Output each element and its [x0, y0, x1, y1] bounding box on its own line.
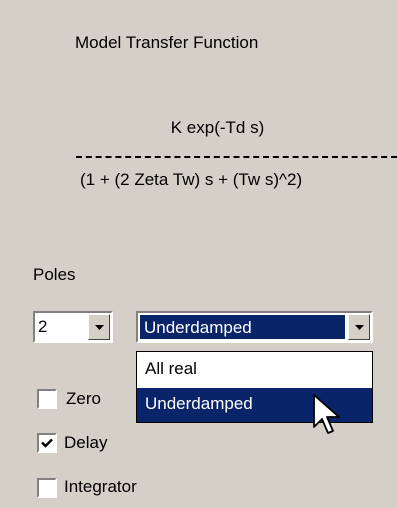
chevron-down-icon [354, 324, 364, 330]
zero-checkbox-label[interactable]: Zero [66, 389, 101, 409]
poles-type-value: Underdamped [144, 318, 252, 337]
delay-checkbox[interactable] [37, 433, 57, 453]
dropdown-option-label: All real [145, 359, 197, 378]
poles-type-value-box: Underdamped [140, 315, 345, 339]
integrator-checkbox-label[interactable]: Integrator [64, 477, 137, 497]
poles-type-select[interactable]: Underdamped [136, 311, 373, 343]
delay-checkbox-label[interactable]: Delay [64, 433, 107, 453]
panel-title: Model Transfer Function [75, 33, 259, 52]
integrator-checkbox[interactable] [37, 478, 57, 498]
poles-count-select[interactable]: 2 [33, 311, 113, 343]
mouse-pointer-icon [313, 394, 340, 434]
poles-label: Poles [33, 265, 76, 284]
fraction-divider [76, 156, 397, 158]
transfer-function-numerator: K exp(-Td s) [170, 118, 265, 137]
transfer-function-panel: Model Transfer Function K exp(-Td s) (1 … [0, 0, 397, 508]
poles-type-dropdown-button[interactable] [348, 314, 370, 340]
dropdown-option-all-real[interactable]: All real [137, 353, 372, 387]
checkmark-icon [41, 438, 53, 448]
dropdown-option-label: Underdamped [145, 394, 253, 413]
transfer-function-denominator: (1 + (2 Zeta Tw) s + (Tw s)^2) [80, 170, 303, 189]
poles-count-dropdown-button[interactable] [88, 314, 110, 340]
poles-count-value: 2 [38, 317, 48, 336]
chevron-down-icon [94, 324, 104, 330]
zero-checkbox[interactable] [37, 389, 57, 409]
